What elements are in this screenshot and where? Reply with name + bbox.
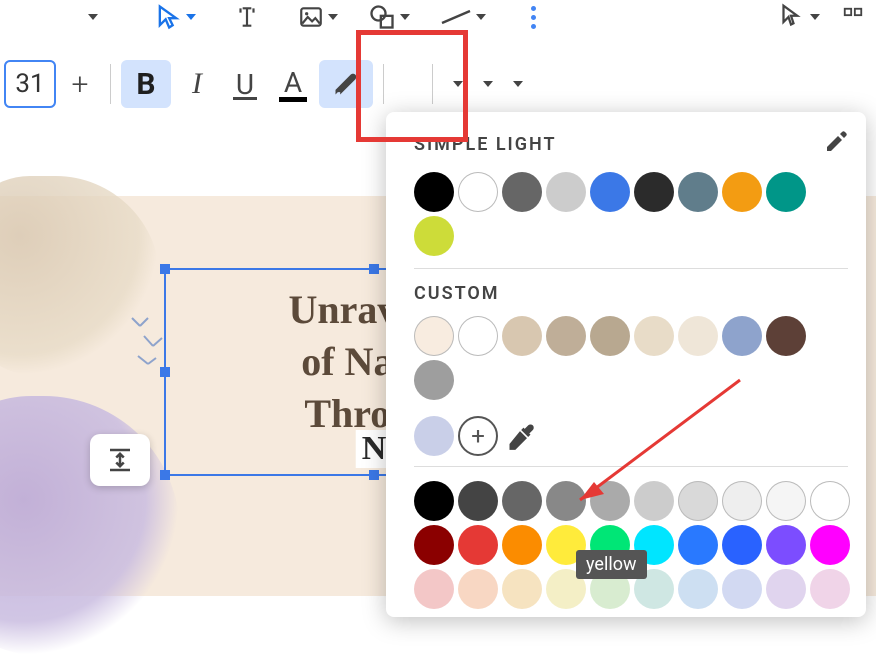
custom-color-row-2: +	[414, 416, 848, 456]
standard-color-swatch[interactable]	[546, 481, 586, 521]
standard-color-swatch[interactable]	[810, 569, 850, 609]
standard-color-swatch[interactable]	[766, 481, 806, 521]
standard-color-swatch[interactable]	[458, 525, 498, 565]
shape-tool[interactable]	[362, 2, 416, 32]
custom-color-swatch[interactable]	[414, 360, 454, 400]
color-picker-panel: SIMPLE LIGHT CUSTOM +	[386, 112, 866, 617]
custom-section-title: CUSTOM	[414, 283, 848, 304]
custom-color-swatch[interactable]	[634, 316, 674, 356]
bold-label: B	[136, 67, 155, 102]
standard-color-swatch[interactable]	[414, 525, 454, 565]
vertical-dots-icon	[531, 6, 536, 29]
standard-color-swatch[interactable]	[458, 481, 498, 521]
pointer-mode[interactable]	[770, 2, 826, 32]
unknown-right-tool[interactable]	[836, 2, 870, 32]
shape-icon	[368, 3, 396, 31]
standard-color-swatch[interactable]	[722, 569, 762, 609]
highlighter-icon	[332, 70, 360, 98]
standard-color-swatch[interactable]	[766, 525, 806, 565]
line-tool[interactable]	[434, 2, 492, 32]
theme-color-swatch[interactable]	[546, 172, 586, 212]
standard-color-swatch[interactable]	[458, 569, 498, 609]
custom-color-swatch[interactable]	[766, 316, 806, 356]
theme-color-swatch[interactable]	[766, 172, 806, 212]
theme-color-swatch[interactable]	[634, 172, 674, 212]
italic-label: I	[192, 67, 202, 101]
theme-color-swatch[interactable]	[502, 172, 542, 212]
standard-color-swatch[interactable]	[634, 481, 674, 521]
standard-color-swatch[interactable]	[766, 569, 806, 609]
line-spacing-button[interactable]	[473, 81, 499, 87]
standard-color-swatch[interactable]	[678, 569, 718, 609]
italic-button[interactable]: I	[175, 67, 219, 101]
custom-color-swatch[interactable]	[546, 316, 586, 356]
cursor-icon	[154, 3, 182, 31]
theme-color-swatch[interactable]	[414, 216, 454, 256]
text-color-label: A	[284, 66, 302, 99]
more-tools[interactable]	[518, 2, 548, 32]
bullet-list-button[interactable]	[503, 81, 529, 87]
standard-color-swatch[interactable]	[502, 569, 542, 609]
standard-color-swatch[interactable]	[414, 481, 454, 521]
add-custom-color-button[interactable]: +	[458, 416, 498, 456]
custom-color-row-1	[414, 316, 848, 400]
select-tool[interactable]	[148, 2, 202, 32]
custom-color-swatch[interactable]	[722, 316, 762, 356]
pointer-hand-icon	[776, 2, 806, 32]
theme-color-swatch[interactable]	[722, 172, 762, 212]
image-icon	[298, 4, 324, 30]
standard-color-swatch[interactable]	[722, 525, 762, 565]
eyedropper-icon	[506, 423, 534, 451]
increase-font-size[interactable]: +	[60, 67, 100, 102]
standard-color-swatch[interactable]	[502, 481, 542, 521]
standard-color-swatch[interactable]	[678, 481, 718, 521]
font-size-value: 31	[15, 69, 44, 99]
pencil-icon	[824, 130, 848, 154]
standard-color-swatch[interactable]	[810, 481, 850, 521]
custom-color-swatch[interactable]	[502, 316, 542, 356]
unknown-dropdown-1[interactable]	[78, 2, 104, 32]
color-tooltip: yellow	[576, 550, 647, 579]
theme-color-swatch[interactable]	[590, 172, 630, 212]
custom-color-swatch[interactable]	[414, 416, 454, 456]
standard-color-swatch[interactable]	[414, 569, 454, 609]
edit-theme-button[interactable]	[824, 130, 848, 158]
standard-color-swatch[interactable]	[590, 481, 630, 521]
custom-color-swatch[interactable]	[678, 316, 718, 356]
theme-color-swatch[interactable]	[678, 172, 718, 212]
theme-color-row	[414, 172, 848, 256]
custom-color-swatch[interactable]	[590, 316, 630, 356]
standard-color-swatch[interactable]	[810, 525, 850, 565]
standard-color-swatch[interactable]	[678, 525, 718, 565]
custom-color-swatch[interactable]	[414, 316, 454, 356]
text-color-button[interactable]: A	[271, 66, 315, 102]
standard-color-swatch[interactable]	[722, 481, 762, 521]
align-button[interactable]	[443, 81, 469, 87]
grid-icon	[842, 6, 864, 28]
theme-section-title: SIMPLE LIGHT	[414, 134, 557, 155]
theme-color-swatch[interactable]	[414, 172, 454, 212]
standard-color-grid	[414, 481, 848, 609]
text-box-icon	[234, 4, 260, 30]
standard-color-swatch[interactable]	[502, 525, 542, 565]
plus-icon: +	[471, 422, 485, 450]
tooltip-text: yellow	[586, 554, 637, 575]
text-box-tool[interactable]	[228, 2, 266, 32]
highlight-color-button[interactable]	[319, 60, 373, 108]
vertical-align-icon	[105, 445, 135, 475]
custom-color-swatch[interactable]	[458, 316, 498, 356]
insert-image-tool[interactable]	[292, 2, 344, 32]
theme-color-swatch[interactable]	[458, 172, 498, 212]
font-size-input[interactable]: 31	[4, 60, 56, 108]
eyedropper-button[interactable]	[502, 417, 534, 455]
decorative-blob-bottom	[0, 396, 180, 656]
bold-button[interactable]: B	[121, 60, 171, 108]
underline-button[interactable]: U	[223, 68, 267, 100]
floating-align-button[interactable]	[90, 434, 150, 486]
line-icon	[440, 9, 472, 25]
plus-icon: +	[72, 67, 89, 102]
